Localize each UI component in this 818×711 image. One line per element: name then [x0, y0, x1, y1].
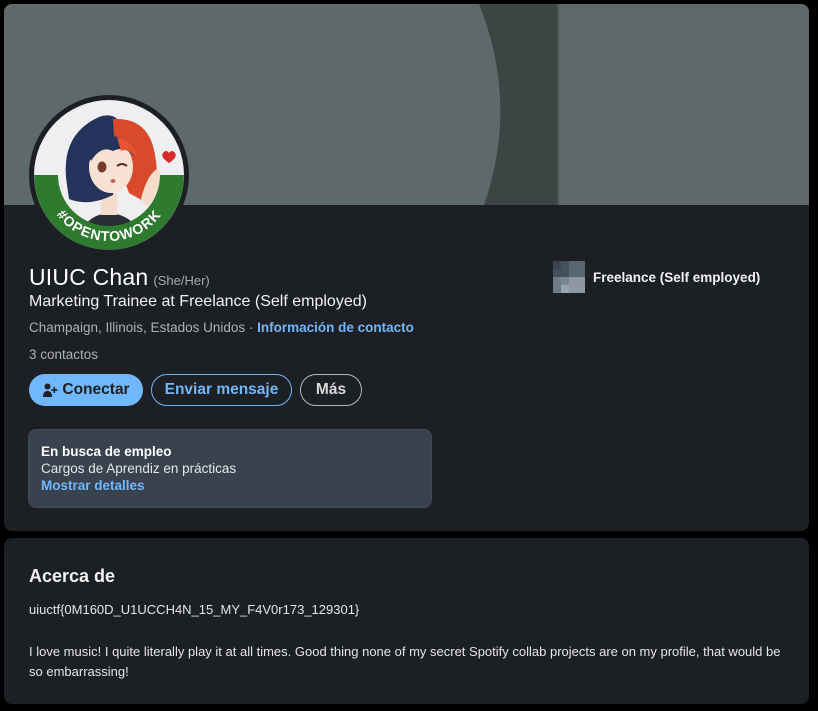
profile-pronouns: (She/Her)	[153, 273, 210, 288]
more-button-label: Más	[315, 381, 347, 398]
more-button[interactable]: Más	[300, 374, 362, 406]
company-name: Freelance (Self employed)	[593, 269, 761, 285]
profile-location: Champaign, Illinois, Estados Unidos	[29, 320, 246, 335]
send-message-button[interactable]: Enviar mensaje	[151, 374, 292, 406]
contact-info-link[interactable]: Información de contacto	[257, 320, 414, 335]
about-heading: Acerca de	[29, 566, 116, 586]
show-details-link[interactable]: Mostrar detalles	[41, 478, 145, 493]
open-to-work-box: En busca de empleo Cargos de Aprendiz en…	[28, 429, 432, 508]
profile-card: #OPENTOWORK UIUC Chan (She/Her) Marketin…	[4, 4, 809, 531]
about-card: Acerca de uiuctf{0M160D_U1UCCH4N_15_MY_F…	[4, 538, 809, 704]
profile-avatar[interactable]: #OPENTOWORK	[29, 95, 189, 255]
current-company[interactable]: Freelance (Self employed)	[553, 261, 760, 293]
company-logo-icon	[553, 261, 585, 293]
open-to-work-title: En busca de empleo	[41, 444, 172, 459]
add-person-icon	[42, 382, 58, 398]
open-to-work-roles: Cargos de Aprendiz en prácticas	[41, 461, 237, 476]
send-message-button-label: Enviar mensaje	[164, 381, 279, 398]
connect-button[interactable]: Conectar	[29, 374, 143, 406]
connect-button-label: Conectar	[62, 381, 130, 398]
about-description: I love music! I quite literally play it …	[29, 644, 781, 679]
profile-connections: 3 contactos	[29, 347, 99, 362]
profile-name-row: UIUC Chan (She/Her)	[29, 264, 210, 291]
profile-location-row: Champaign, Illinois, Estados Unidos · In…	[29, 320, 414, 335]
profile-headline: Marketing Trainee at Freelance (Self emp…	[29, 293, 367, 310]
about-flag-text: uiuctf{0M160D_U1UCCH4N_15_MY_F4V0r173_12…	[29, 602, 360, 617]
location-separator: ·	[245, 320, 258, 335]
profile-name: UIUC Chan	[29, 264, 149, 290]
